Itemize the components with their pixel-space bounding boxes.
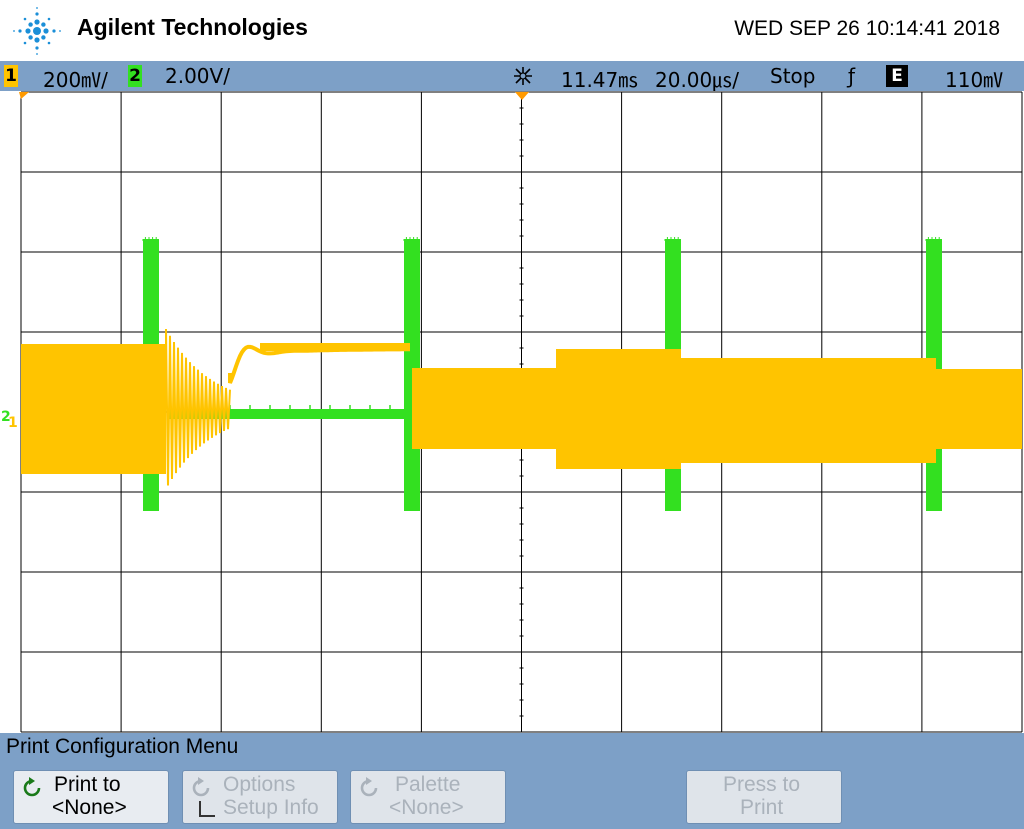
print-to-softkey[interactable]: Print to <None> — [13, 770, 169, 824]
checkbox-icon — [199, 801, 215, 817]
press-to-label: Press to — [723, 773, 801, 796]
setup-info-label: Setup Info — [223, 796, 319, 819]
ch2-badge[interactable]: 2 — [128, 65, 142, 87]
timebase-value: 20.00㎲/ — [655, 68, 739, 92]
waveform-display[interactable]: 2 1 — [0, 91, 1024, 733]
ch1-ringing — [165, 328, 231, 486]
delay-value: 11.47㎳ — [561, 68, 639, 92]
cycle-arrow-icon — [23, 777, 41, 797]
ch1-badge[interactable]: 1 — [4, 65, 18, 87]
ch1-band — [681, 358, 936, 463]
palette-label: Palette — [395, 773, 461, 796]
ch2-scale: 2.00V/ — [165, 64, 230, 88]
ch1-band — [21, 344, 166, 474]
brand-name: Agilent Technologies — [77, 14, 308, 40]
ch1-band — [412, 368, 560, 449]
ch1-band — [936, 369, 1022, 449]
trigger-level: 110㎷ — [945, 68, 1004, 92]
waveform-plot: 2 1 — [1, 91, 1023, 733]
run-state: Stop — [770, 64, 816, 88]
print-to-value: <None> — [52, 796, 127, 819]
ch1-settle — [228, 344, 410, 384]
agilent-logo-icon — [13, 7, 61, 55]
softkey-menu: Print Configuration Menu Print to <None>… — [0, 733, 1024, 829]
trigger-position-marker — [515, 92, 529, 100]
trigger-source-badge: E — [886, 65, 908, 87]
header: Agilent Technologies WED SEP 26 10:14:41… — [0, 0, 1024, 61]
options-softkey[interactable]: Options Setup Info — [182, 770, 338, 824]
cycle-arrow-icon — [360, 777, 378, 797]
datetime: WED SEP 26 10:14:41 2018 — [734, 17, 1000, 40]
press-to-print-softkey[interactable]: Press to Print — [686, 770, 842, 824]
palette-value: <None> — [389, 796, 464, 819]
ch1-scale: 200㎷/ — [43, 68, 108, 92]
menu-title: Print Configuration Menu — [6, 735, 239, 758]
trigger-slope-icon: ƒ — [848, 64, 856, 88]
cycle-arrow-icon — [192, 777, 210, 797]
print-label: Print — [740, 796, 784, 819]
ch1-band — [556, 349, 681, 469]
delay-icon — [514, 67, 532, 85]
ch1-settle-fill — [260, 343, 410, 351]
options-label: Options — [223, 773, 296, 796]
status-bar: 1 200㎷/ 2 2.00V/ 11.47㎳ 20.00㎲/ Stop ƒ E… — [0, 61, 1024, 92]
palette-softkey[interactable]: Palette <None> — [350, 770, 506, 824]
ch1-ground-marker: 1 — [8, 415, 18, 431]
print-to-label: Print to — [54, 773, 121, 796]
